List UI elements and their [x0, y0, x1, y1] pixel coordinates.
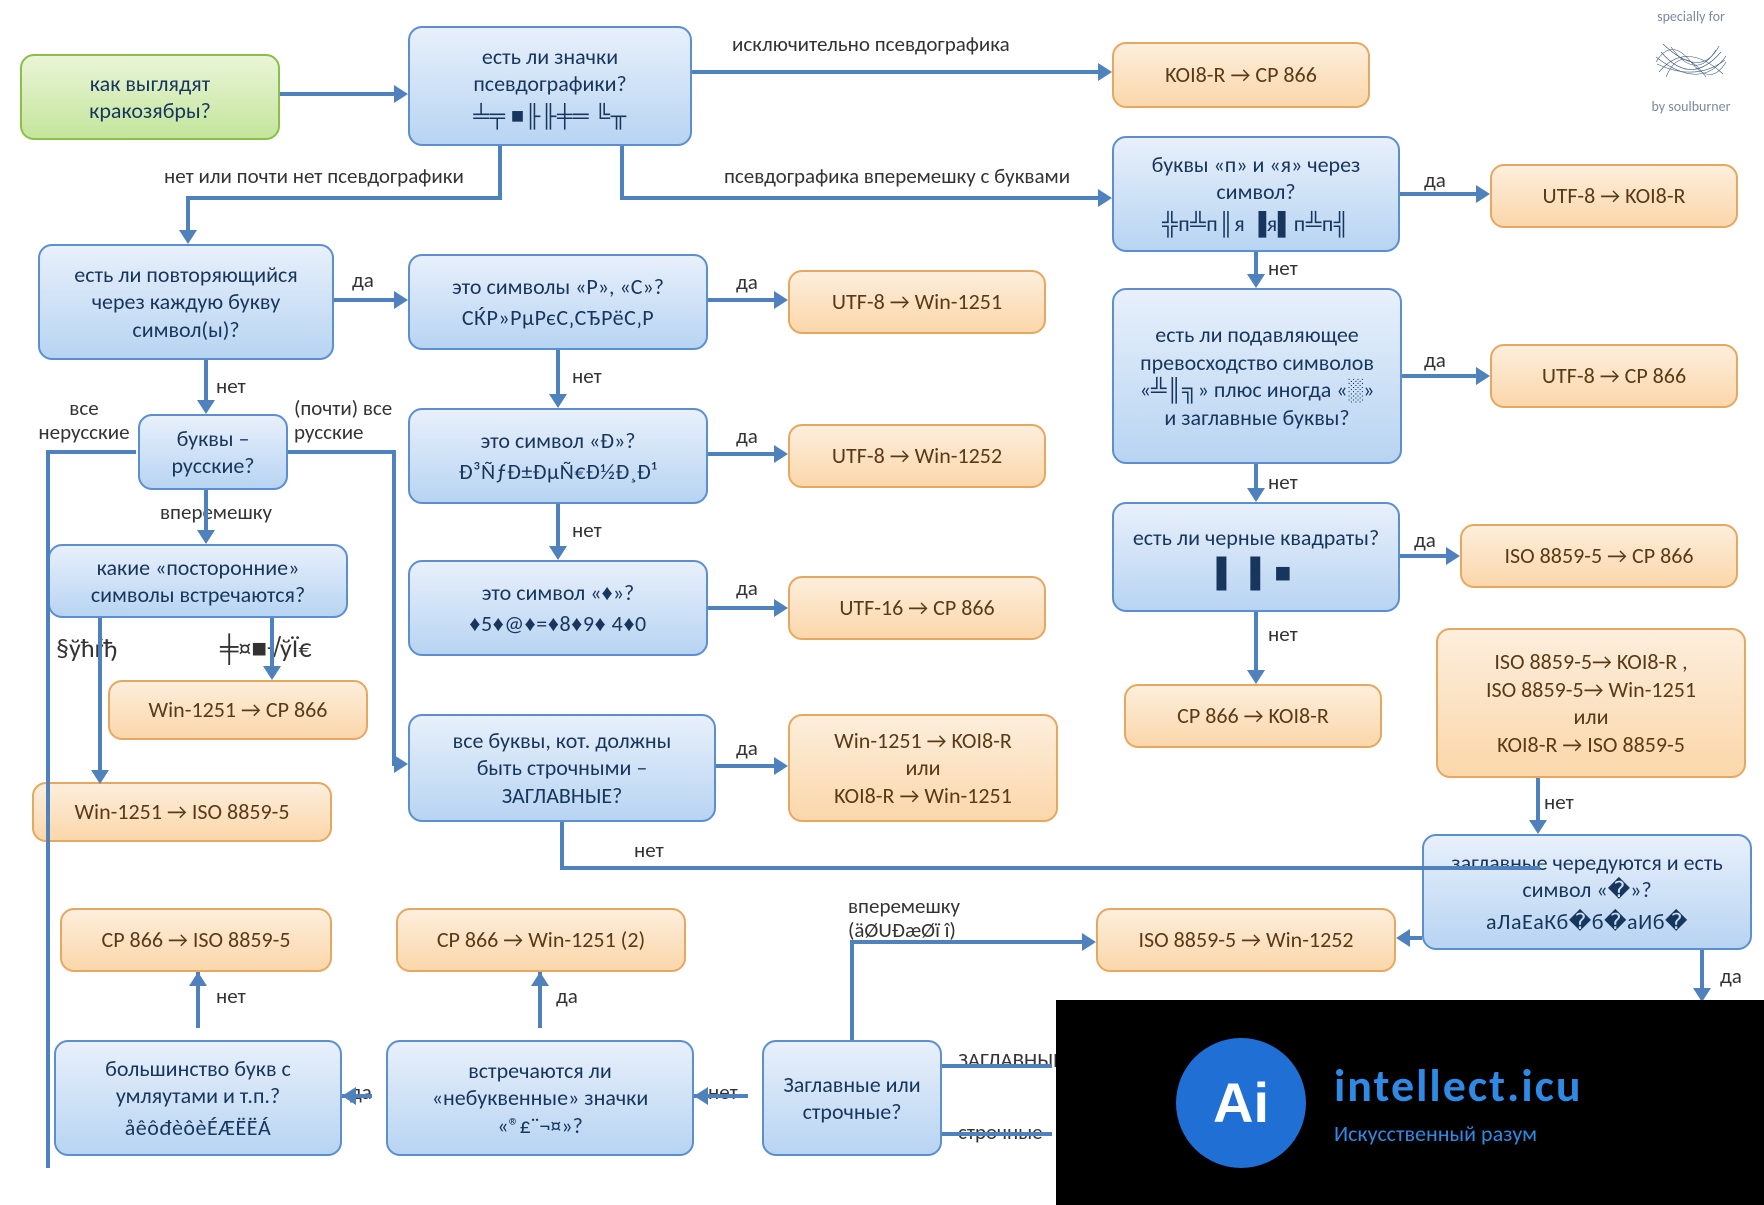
q-d: это символ «Ð»? Ð³ÑƒÐ±ÐµÑ€Ð½Đ¸Đ¹ [408, 408, 708, 504]
watermark: specially for by soulburner [1626, 8, 1756, 115]
r-cp866-win1251: CP 866 → Win-1251 (2) [396, 908, 686, 972]
lbl-no-pseudo: нет или почти нет псевдографики [164, 164, 464, 188]
lbl-net-1: нет [1268, 256, 1298, 280]
lbl-net-5: нет [1268, 470, 1298, 494]
r-utf8-win1252: UTF-8 → Win-1252 [788, 424, 1046, 488]
lbl-da-7: да [736, 576, 758, 600]
lbl-da-8: да [736, 736, 758, 760]
brand-badge: Ai [1176, 1038, 1306, 1168]
lbl-da-4: да [1424, 348, 1446, 372]
lbl-net-8: нет [1544, 790, 1574, 814]
r-iso-block: ISO 8859-5→ KOI8-R , ISO 8859-5→ Win-125… [1436, 628, 1746, 778]
r-win1251-iso: Win-1251 → ISO 8859-5 [32, 782, 332, 842]
q-umlaut: большинство букв с умляутами и т.п.? åêô… [54, 1040, 342, 1156]
r-utf16-cp866: UTF-16 → CP 866 [788, 576, 1046, 640]
lbl-da-11: да [1720, 964, 1742, 988]
r-win1251-cp866: Win-1251 → CP 866 [108, 680, 368, 740]
start-text: как выглядят кракозябры? [40, 70, 260, 125]
brand-overlay: Ai intellect.icu Искусственный разум [1056, 1000, 1764, 1205]
r-win-koi-or: Win-1251 → KOI8-R или KOI8-R → Win-1251 [788, 714, 1058, 822]
r-koi8-cp866: KOI8-R → CP 866 [1112, 42, 1370, 108]
q-nonletter: встречаются ли «небуквенные» значки «®£¨… [386, 1040, 694, 1156]
lbl-net-3: нет [572, 364, 602, 388]
q-preobl: есть ли подавляющее превосходство символ… [1112, 288, 1402, 464]
lbl-zagl: ЗАГЛАВНЫЕ [958, 1048, 1063, 1072]
q-pya-sample: ╬п╩п║я ▐я▌п╩п╣ [1162, 210, 1350, 238]
q-blacksq: есть ли черные квадраты? ▌▐ ■ [1112, 502, 1400, 612]
lbl-mixed: псевдографика вперемешку с буквами [724, 164, 1070, 188]
lbl-net-6: нет [1268, 622, 1298, 646]
q-pseudo-text: есть ли значки псевдографики? [428, 43, 672, 98]
lbl-vperem: вперемешку (äØUÐæØï î) [848, 894, 1068, 942]
q-caps: все буквы, кот. должны быть строчными – … [408, 714, 716, 822]
lbl-da-2: да [352, 268, 374, 292]
watermark-bottom: by soulburner [1626, 98, 1756, 115]
r-utf8-koi8: UTF-8 → KOI8-R [1490, 164, 1738, 228]
q-diamond: это символ «♦»? ♦5♦@♦=♦8♦9♦ 4♦0 [408, 560, 708, 656]
q-foreign: какие «посторонние» символы встречаются? [48, 544, 348, 618]
q-altern: заглавные чередуются и есть символ «�»? … [1422, 834, 1752, 950]
lbl-da-3: да [736, 270, 758, 294]
q-pseudographics: есть ли значки псевдографики? ╧╤ ■╟╟╪═ ╚… [408, 26, 692, 146]
brand-text: intellect.icu Искусственный разум [1334, 1058, 1583, 1147]
r-utf8-cp866: UTF-8 → CP 866 [1490, 344, 1738, 408]
r-iso-win1252: ISO 8859-5 → Win-1252 [1096, 908, 1396, 972]
lbl-net-7: нет [634, 838, 664, 862]
r-utf8-win1251: UTF-8 → Win-1251 [788, 270, 1046, 334]
lbl-net-10: нет [708, 1080, 738, 1104]
q-repeat: есть ли повторяющийся через каждую букву… [38, 244, 334, 360]
lbl-net-4: нет [572, 518, 602, 542]
brand-line1: intellect.icu [1334, 1058, 1583, 1114]
scribble-icon [1651, 29, 1731, 94]
q-p-ya: буквы «п» и «я» через символ? ╬п╩п║я ▐я▌… [1112, 136, 1400, 252]
lbl-all-rus: (почти) все русские [294, 396, 414, 444]
lbl-da-5: да [736, 424, 758, 448]
start-node: как выглядят кракозябры? [20, 54, 280, 140]
lbl-mix: вперемешку [160, 500, 272, 524]
watermark-top: specially for [1626, 8, 1756, 25]
brand-line2: Искусственный разум [1334, 1120, 1583, 1147]
r-iso-cp866: ISO 8859-5 → CP 866 [1460, 524, 1738, 588]
q-russian: буквы – русские? [138, 414, 288, 490]
lbl-all-nonrus: все нерусские [36, 396, 132, 444]
lbl-net-2: нет [216, 374, 246, 398]
lbl-da-1: да [1424, 168, 1446, 192]
q-pseudo-sample: ╧╤ ■╟╟╪═ ╚╥ [473, 102, 626, 130]
sample-left: §ўħŕђ [56, 634, 118, 664]
lbl-da-10: да [556, 984, 578, 1008]
r-cp866-iso: CP 866 → ISO 8859-5 [60, 908, 332, 972]
r-cp866-koi8: CP 866 → KOI8-R [1124, 684, 1382, 748]
q-repeat-text: есть ли повторяющийся через каждую букву… [58, 261, 314, 344]
lbl-only-pseudo: исключительно псевдографика [732, 32, 1010, 56]
q-pya-text: буквы «п» и «я» через символ? [1132, 151, 1380, 206]
lbl-net-9: нет [216, 984, 246, 1008]
sample-right: ╪¤■√ўÏ€ [220, 634, 312, 664]
q-rc: это символы «Р», «С»? СЌР»РµРєС‚СЂРёС‚Р [408, 254, 708, 350]
lbl-da-6: да [1414, 528, 1436, 552]
q-case: Заглавные или строчные? [762, 1040, 942, 1156]
